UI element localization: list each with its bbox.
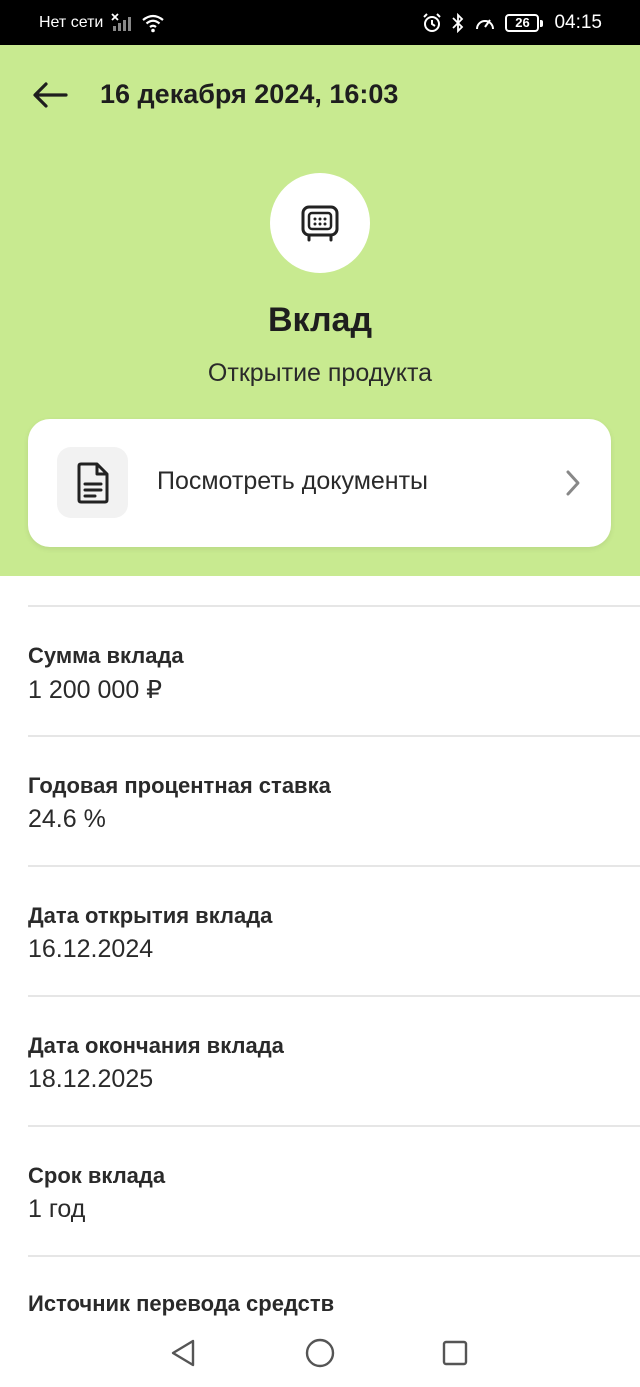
detail-label: Источник перевода средств [28, 1291, 335, 1316]
product-icon-circle [270, 173, 370, 273]
page-title: 16 декабря 2024, 16:03 [100, 79, 399, 109]
detail-value: 24.6 % [28, 805, 106, 833]
status-time: 04:15 [554, 11, 602, 33]
hero-section: 16 декабря 2024, 16:03 Вклад Открытие пр… [0, 45, 640, 576]
document-icon [77, 462, 108, 503]
network-status-text: Нет сети [39, 13, 104, 31]
status-bar: Нет сети 26 04:15 [0, 0, 640, 45]
detail-label: Срок вклада [28, 1163, 166, 1188]
back-button[interactable] [28, 75, 72, 115]
status-right: 26 04:15 [422, 12, 602, 34]
detail-label: Дата открытия вклада [28, 903, 273, 928]
speedometer-icon [474, 13, 496, 33]
nav-home-button[interactable] [302, 1335, 338, 1371]
detail-value: 1 200 000 ₽ [28, 676, 163, 704]
detail-value: 18.12.2025 [28, 1065, 154, 1093]
battery-icon: 26 [505, 13, 544, 32]
chevron-right-icon [566, 470, 580, 496]
detail-label: Сумма вклада [28, 643, 184, 668]
list-top-spacer [0, 576, 640, 605]
deposit-details-list: Сумма вклада 1 200 000 ₽ Годовая процент… [0, 576, 640, 1385]
circle-home-icon [305, 1338, 335, 1368]
nav-back-button[interactable] [165, 1335, 201, 1371]
alarm-icon [422, 12, 442, 33]
safe-icon [301, 205, 339, 242]
square-recents-icon [442, 1340, 468, 1366]
detail-row-amount: Сумма вклада 1 200 000 ₽ [0, 607, 640, 735]
system-nav-bar [0, 1318, 640, 1387]
bluetooth-icon [451, 12, 465, 33]
detail-row-rate: Годовая процентная ставка 24.6 % [0, 737, 640, 865]
detail-row-end-date: Дата окончания вклада 18.12.2025 [0, 997, 640, 1125]
status-left: Нет сети [39, 12, 165, 33]
view-documents-button[interactable]: Посмотреть документы [28, 419, 611, 547]
triangle-back-icon [171, 1339, 195, 1367]
signal-off-icon [111, 12, 133, 33]
arrow-left-icon [33, 82, 68, 108]
detail-label: Годовая процентная ставка [28, 773, 331, 798]
product-title: Вклад [267, 301, 373, 339]
nav-recents-button[interactable] [437, 1335, 473, 1371]
detail-value: 1 год [28, 1195, 86, 1223]
wifi-icon [141, 13, 165, 33]
battery-level: 26 [515, 15, 530, 30]
detail-value: 16.12.2024 [28, 935, 154, 963]
product-subtitle: Открытие продукта [207, 359, 433, 387]
detail-label: Дата окончания вклада [28, 1033, 284, 1058]
detail-row-open-date: Дата открытия вклада 16.12.2024 [0, 867, 640, 995]
document-icon-box [57, 447, 128, 518]
view-documents-label: Посмотреть документы [157, 467, 429, 495]
detail-row-term: Срок вклада 1 год [0, 1127, 640, 1255]
